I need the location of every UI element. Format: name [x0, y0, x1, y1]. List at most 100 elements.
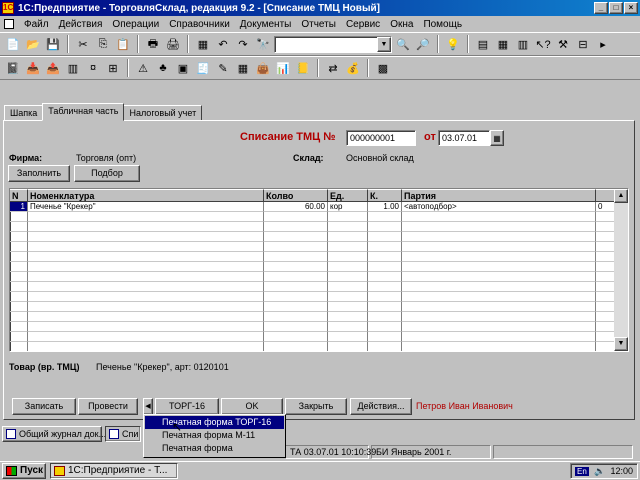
empty-cell[interactable]	[328, 252, 368, 262]
clock[interactable]: 12:00	[610, 466, 633, 476]
bag-icon[interactable]: 👜	[254, 59, 272, 77]
empty-table-row[interactable]	[10, 262, 628, 272]
goods-table[interactable]: N Номенклатура Колво Ед. К. Партия 1 Печ…	[9, 188, 629, 352]
empty-cell[interactable]	[368, 282, 402, 292]
empty-cell[interactable]	[368, 302, 402, 312]
empty-cell[interactable]	[10, 282, 28, 292]
tab-table[interactable]: Табличная часть	[42, 103, 125, 121]
calculator-icon[interactable]: ▦	[194, 35, 212, 53]
empty-cell[interactable]	[10, 342, 28, 351]
cell-unit[interactable]: кор	[328, 202, 368, 212]
empty-cell[interactable]	[264, 292, 328, 302]
empty-cell[interactable]	[328, 262, 368, 272]
empty-cell[interactable]	[10, 232, 28, 242]
select-button[interactable]: Подбор	[74, 165, 140, 182]
app-icon[interactable]: 1С	[2, 2, 14, 14]
empty-cell[interactable]	[10, 252, 28, 262]
ledger-icon[interactable]: 📒	[294, 59, 312, 77]
close-form-button[interactable]: Закрыть	[285, 398, 347, 415]
grid-icon[interactable]: ▦	[494, 35, 512, 53]
empty-cell[interactable]	[28, 242, 264, 252]
search-combo[interactable]: ▼	[274, 35, 392, 53]
empty-cell[interactable]	[402, 252, 596, 262]
tab-shapka[interactable]: Шапка	[4, 105, 44, 121]
empty-cell[interactable]	[402, 232, 596, 242]
cell-qty[interactable]: 60.00	[264, 202, 328, 212]
start-button[interactable]: Пуск	[2, 463, 46, 479]
menu-item-m11[interactable]: Печатная форма М-11	[145, 429, 284, 442]
empty-cell[interactable]	[402, 282, 596, 292]
empty-cell[interactable]	[10, 322, 28, 332]
speaker-icon[interactable]: 🔈	[594, 466, 605, 477]
help-arrow-icon[interactable]: ↖?	[534, 35, 552, 53]
actions-button[interactable]: Действия...	[350, 398, 412, 415]
empty-cell[interactable]	[10, 292, 28, 302]
empty-cell[interactable]	[28, 262, 264, 272]
empty-table-row[interactable]	[10, 272, 628, 282]
cell-number[interactable]: 1	[10, 202, 28, 212]
undo-icon[interactable]: ↶	[214, 35, 232, 53]
empty-cell[interactable]	[28, 332, 264, 342]
menu-documents[interactable]: Документы	[240, 19, 292, 30]
empty-table-row[interactable]	[10, 302, 628, 312]
post-button[interactable]: Провести	[78, 398, 138, 415]
save-icon[interactable]: 💾	[44, 35, 62, 53]
empty-cell[interactable]	[402, 302, 596, 312]
settings-grid-icon[interactable]: ▩	[374, 59, 392, 77]
empty-cell[interactable]	[328, 222, 368, 232]
cut-icon[interactable]: ✂	[74, 35, 92, 53]
document-date-field[interactable]: 03.07.01	[438, 130, 490, 146]
empty-cell[interactable]	[368, 312, 402, 322]
empty-cell[interactable]	[264, 322, 328, 332]
empty-cell[interactable]	[328, 312, 368, 322]
empty-cell[interactable]	[328, 302, 368, 312]
help-bulb-icon[interactable]: 💡	[444, 35, 462, 53]
empty-cell[interactable]	[10, 262, 28, 272]
empty-cell[interactable]	[10, 332, 28, 342]
menu-windows[interactable]: Окна	[390, 19, 413, 30]
currency-icon[interactable]: ¤	[84, 59, 102, 77]
col-qty[interactable]: Колво	[264, 189, 328, 202]
empty-cell[interactable]	[368, 242, 402, 252]
empty-cell[interactable]	[264, 312, 328, 322]
journal-icon[interactable]: 📓	[4, 59, 22, 77]
find-next-icon[interactable]: 🔎	[414, 35, 432, 53]
empty-cell[interactable]	[328, 342, 368, 351]
empty-cell[interactable]	[368, 272, 402, 282]
empty-cell[interactable]	[10, 272, 28, 282]
language-indicator[interactable]: En	[575, 466, 589, 476]
find-icon[interactable]: 🔍	[394, 35, 412, 53]
empty-table-row[interactable]	[10, 242, 628, 252]
sales-icon[interactable]: ⊞	[104, 59, 122, 77]
empty-cell[interactable]	[28, 292, 264, 302]
empty-cell[interactable]	[264, 252, 328, 262]
barcode-icon[interactable]: ▥	[64, 59, 82, 77]
empty-cell[interactable]	[28, 212, 264, 222]
empty-cell[interactable]	[328, 282, 368, 292]
torg16-button[interactable]: ТОРГ-16	[155, 398, 219, 415]
empty-cell[interactable]	[28, 222, 264, 232]
exchange-icon[interactable]: ⇄	[324, 59, 342, 77]
empty-cell[interactable]	[28, 252, 264, 262]
document-number-field[interactable]: 000000001	[346, 130, 416, 146]
empty-cell[interactable]	[28, 232, 264, 242]
tab-tax[interactable]: Налоговый учет	[123, 105, 203, 121]
empty-table-row[interactable]	[10, 312, 628, 322]
edit-pencil-icon[interactable]: ✎	[214, 59, 232, 77]
empty-cell[interactable]	[264, 242, 328, 252]
calendar-icon[interactable]: ▦	[490, 130, 504, 146]
empty-cell[interactable]	[264, 262, 328, 272]
empty-cell[interactable]	[28, 282, 264, 292]
cell-coef[interactable]: 1.00	[368, 202, 402, 212]
empty-cell[interactable]	[402, 342, 596, 351]
empty-cell[interactable]	[328, 232, 368, 242]
menu-item-print-form[interactable]: Печатная форма	[145, 442, 284, 455]
tools-icon[interactable]: ⚒	[554, 35, 572, 53]
empty-cell[interactable]	[264, 232, 328, 242]
paste-icon[interactable]: 📋	[114, 35, 132, 53]
empty-cell[interactable]	[28, 342, 264, 351]
empty-cell[interactable]	[28, 302, 264, 312]
import-icon[interactable]: 📥	[24, 59, 42, 77]
options-icon[interactable]: ▸	[594, 35, 612, 53]
warehouse-value[interactable]: Основной склад	[346, 153, 414, 163]
